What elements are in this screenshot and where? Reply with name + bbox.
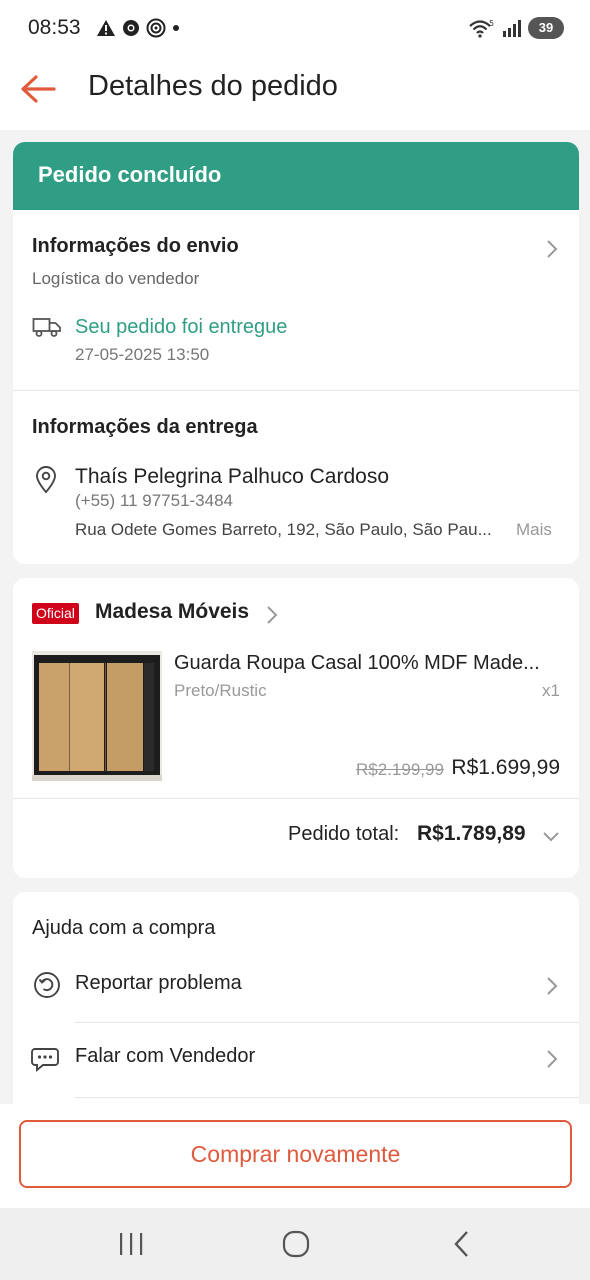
chat-seller-label: Falar com Vendedor bbox=[75, 1045, 256, 1067]
official-badge: Oficial bbox=[32, 603, 79, 624]
recipient-phone: (+55) 11 97751-3484 bbox=[75, 491, 234, 510]
divider bbox=[75, 1097, 579, 1098]
buy-again-button[interactable]: Comprar novamente bbox=[19, 1120, 572, 1188]
shipping-subtitle: Logística do vendedor bbox=[32, 269, 200, 288]
recent-apps-icon[interactable] bbox=[118, 1232, 144, 1256]
chevron-right-icon bbox=[547, 977, 558, 995]
delivery-info-section: Informações da entrega Thaís Pelegrina P… bbox=[13, 391, 579, 564]
product-card: Oficial Madesa Móveis Guarda Roupa Casal… bbox=[13, 578, 579, 878]
chrome-icon bbox=[123, 20, 139, 36]
wifi-icon: 5 bbox=[469, 19, 494, 38]
product-variant: Preto/Rustic bbox=[174, 681, 267, 700]
battery-indicator: 39 bbox=[528, 17, 564, 39]
chevron-right-icon bbox=[547, 1050, 558, 1068]
product-name: Guarda Roupa Casal 100% MDF Made... bbox=[174, 652, 540, 674]
help-title: Ajuda com a compra bbox=[32, 917, 216, 939]
chevron-down-icon bbox=[543, 832, 559, 842]
warning-icon bbox=[97, 20, 115, 36]
shipping-info-section[interactable]: Informações do envio Logística do vended… bbox=[13, 210, 579, 390]
chat-seller-icon bbox=[31, 1048, 59, 1073]
product-price: R$1.699,99 bbox=[451, 756, 560, 779]
report-problem-item[interactable]: Reportar problema bbox=[13, 950, 579, 1022]
status-bar: 08:53 5 39 bbox=[0, 0, 590, 58]
seller-name: Madesa Móveis bbox=[95, 600, 250, 623]
signal-icon bbox=[503, 20, 521, 37]
report-problem-icon bbox=[34, 972, 60, 998]
chevron-right-icon bbox=[547, 240, 558, 258]
product-item[interactable]: Guarda Roupa Casal 100% MDF Made... Pret… bbox=[13, 644, 579, 798]
order-info-card: Pedido concluído Informações do envio Lo… bbox=[13, 142, 579, 564]
delivery-info-title: Informações da entrega bbox=[32, 416, 258, 438]
at-sign-icon bbox=[146, 18, 166, 38]
notification-icons bbox=[96, 18, 180, 38]
system-nav-bar bbox=[0, 1208, 590, 1280]
app-header: Detalhes do pedido bbox=[0, 58, 590, 130]
chevron-right-icon bbox=[267, 606, 278, 624]
seller-row[interactable]: Oficial Madesa Móveis bbox=[13, 578, 579, 644]
bottom-action-bar: Comprar novamente bbox=[0, 1104, 590, 1208]
delivery-address: Rua Odete Gomes Barreto, 192, São Paulo,… bbox=[75, 520, 492, 539]
page-title: Detalhes do pedido bbox=[88, 70, 338, 102]
recipient-name: Thaís Pelegrina Palhuco Cardoso bbox=[75, 465, 390, 488]
report-problem-label: Reportar problema bbox=[75, 972, 242, 994]
svg-text:5: 5 bbox=[489, 19, 494, 28]
address-more-link[interactable]: Mais bbox=[516, 520, 552, 540]
home-icon[interactable] bbox=[282, 1230, 310, 1258]
system-indicators: 5 39 bbox=[468, 17, 564, 39]
location-pin-icon bbox=[36, 466, 56, 494]
order-total-label: Pedido total: bbox=[288, 823, 400, 845]
product-image bbox=[32, 651, 162, 781]
back-nav-icon[interactable] bbox=[452, 1230, 472, 1258]
shipping-info-title: Informações do envio bbox=[32, 235, 239, 257]
original-price: R$2.199,99 bbox=[356, 760, 444, 779]
status-time: 08:53 bbox=[28, 16, 81, 39]
back-arrow-icon[interactable] bbox=[18, 72, 58, 106]
order-total-row[interactable]: Pedido total: R$1.789,89 bbox=[13, 799, 579, 878]
dot-icon bbox=[173, 25, 179, 31]
order-status-banner: Pedido concluído bbox=[13, 142, 579, 210]
chat-seller-item[interactable]: Falar com Vendedor bbox=[13, 1023, 579, 1097]
order-total-value: R$1.789,89 bbox=[417, 822, 526, 845]
product-quantity: x1 bbox=[542, 681, 560, 700]
truck-icon bbox=[32, 318, 61, 337]
shipping-timestamp: 27-05-2025 13:50 bbox=[75, 345, 210, 364]
shipping-status: Seu pedido foi entregue bbox=[75, 316, 288, 338]
